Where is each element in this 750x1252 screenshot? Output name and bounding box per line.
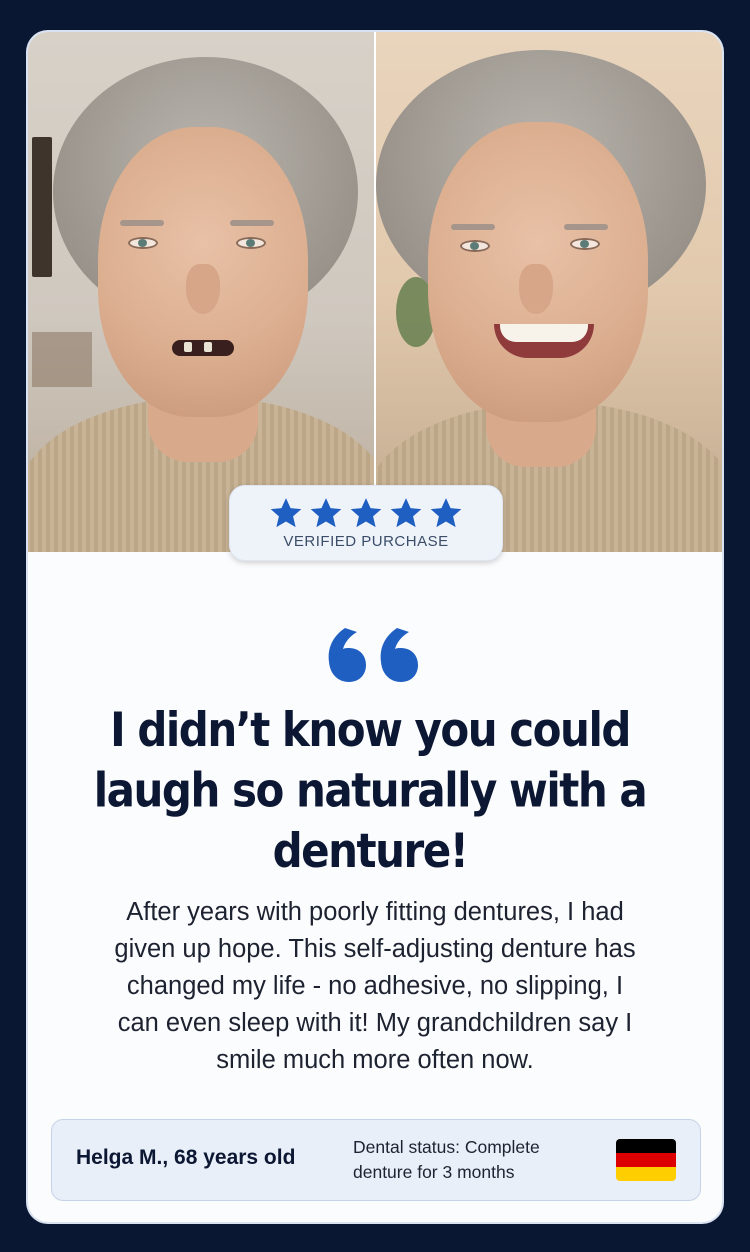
flag-stripe: [616, 1167, 676, 1181]
flag-stripe: [616, 1139, 676, 1153]
mouth-missing-teeth: [172, 340, 234, 356]
nose: [186, 264, 220, 314]
dental-status-line: denture for 3 months: [353, 1162, 515, 1182]
right-eye: [236, 237, 266, 249]
right-eyebrow: [564, 224, 608, 230]
quote-icon: [328, 628, 418, 682]
body-line: changed my life - no adhesive, no slippi…: [126, 972, 624, 1000]
body-line: can even sleep with it! My grandchildren…: [117, 1009, 633, 1037]
before-after-photos: [28, 32, 722, 552]
germany-flag-icon: [616, 1139, 676, 1181]
star-icon: [430, 498, 462, 528]
left-eyebrow: [451, 224, 495, 230]
headline-line: I didn’t know you could: [110, 702, 631, 758]
reviewer-name: Helga M., 68 years old: [76, 1146, 296, 1169]
testimonial-body: After years with poorly fitting dentures…: [60, 894, 690, 1079]
body-line: smile much more often now.: [216, 1046, 534, 1074]
headline-line: laugh so naturally with a: [93, 762, 648, 818]
left-eye: [128, 237, 158, 249]
headline-line: denture!: [272, 823, 469, 879]
background-furniture: [32, 332, 92, 387]
before-photo: [28, 32, 374, 552]
verified-purchase-label: VERIFIED PURCHASE: [283, 533, 449, 550]
flag-stripe: [616, 1153, 676, 1167]
star-icon: [350, 498, 382, 528]
star-rating: [230, 496, 502, 530]
verified-purchase-badge: VERIFIED PURCHASE: [229, 485, 503, 561]
right-eyebrow: [230, 220, 274, 226]
testimonial-headline: I didn’t know you could laugh so natural…: [40, 700, 700, 881]
star-icon: [390, 498, 422, 528]
left-eyebrow: [120, 220, 164, 226]
nose: [519, 264, 553, 314]
after-photo: [376, 32, 722, 552]
right-eye: [570, 238, 600, 250]
reviewer-info-box: Helga M., 68 years old Dental status: Co…: [51, 1119, 701, 1201]
wall-picture-frame: [32, 137, 52, 277]
body-line: After years with poorly fitting dentures…: [126, 898, 624, 926]
dental-status: Dental status: Complete denture for 3 mo…: [353, 1135, 603, 1185]
body-line: given up hope. This self-adjusting dentu…: [114, 935, 636, 963]
star-icon: [270, 498, 302, 528]
left-eye: [460, 240, 490, 252]
star-icon: [310, 498, 342, 528]
dental-status-line: Dental status: Complete: [353, 1137, 540, 1157]
